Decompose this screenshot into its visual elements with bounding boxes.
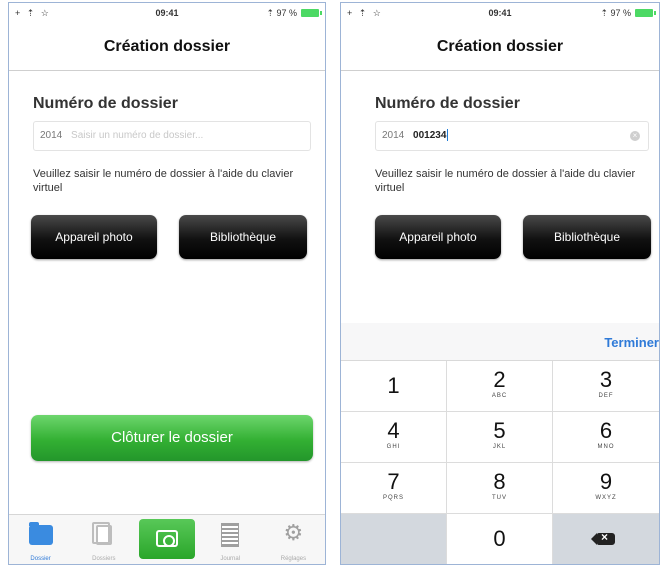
helper-text: Veuillez saisir le numéro de dossier à l…	[33, 168, 294, 194]
key-0[interactable]: 0	[447, 514, 553, 564]
key-digit: 3	[599, 367, 613, 392]
key-digit: 8	[493, 469, 506, 494]
folder-icon	[28, 522, 53, 545]
nav-bar: Création dossier	[341, 23, 659, 71]
library-button[interactable]: Bibliothèque	[523, 215, 651, 259]
key-5[interactable]: 5 JKL	[447, 412, 553, 463]
key-letters: ABC	[491, 393, 508, 399]
key-9[interactable]: 9 WXYZ	[553, 463, 659, 514]
key-digit: 6	[599, 418, 613, 443]
key-4[interactable]: 4 GHI	[341, 412, 447, 463]
numeric-keyboard: Terminer 1 2 ABC 3 DEF 4 GHI 5 JKL 6 MNO…	[341, 323, 659, 564]
key-7[interactable]: 7 PQRS	[341, 463, 447, 514]
camera-button[interactable]: Appareil photo	[375, 215, 501, 259]
key-2[interactable]: 2 ABC	[447, 361, 553, 412]
folder-number-input[interactable]: 2014 001234 ×	[375, 121, 649, 151]
tab-dossiers[interactable]: Dossiers	[72, 515, 135, 564]
backspace-icon	[591, 530, 615, 545]
section-title: Numéro de dossier	[375, 95, 520, 112]
battery-percent: ⇡ 97 %	[600, 8, 631, 18]
camera-tab-button[interactable]	[139, 519, 195, 559]
section-title: Numéro de dossier	[33, 95, 178, 112]
keypad: 1 2 ABC 3 DEF 4 GHI 5 JKL 6 MNO 7 PQRS 8…	[341, 361, 659, 564]
status-bar: + ⇡ ☆ 09:41 ⇡ 97 %	[341, 3, 659, 23]
close-folder-button[interactable]: Clôturer le dossier	[31, 415, 313, 461]
key-letters: JKL	[492, 444, 507, 450]
year-prefix: 2014	[382, 130, 405, 141]
text-caret	[447, 129, 449, 142]
key-delete[interactable]	[553, 514, 659, 564]
key-letters: PQRS	[382, 495, 404, 501]
input-placeholder: Saisir un numéro de dossier...	[71, 130, 204, 141]
tab-label: Dossiers	[92, 556, 116, 562]
key-8[interactable]: 8 TUV	[447, 463, 553, 514]
tab-settings[interactable]: ⚙ Réglages	[262, 515, 325, 564]
key-digit: 0	[493, 526, 506, 551]
key-letters: DEF	[598, 393, 614, 399]
key-digit: 4	[387, 418, 400, 443]
tab-bar: Dossier Dossiers Journal ⚙ Réglages	[9, 514, 325, 564]
tab-camera[interactable]	[135, 515, 198, 564]
done-button[interactable]: Terminer	[604, 335, 659, 350]
key-letters: GHI	[386, 444, 401, 450]
page-title: Création dossier	[103, 38, 231, 55]
input-value: 001234	[413, 130, 447, 141]
battery-icon	[301, 9, 322, 17]
clear-icon[interactable]: ×	[630, 131, 640, 141]
journal-icon	[221, 523, 240, 547]
key-letters: TUV	[492, 495, 507, 501]
key-letters: WXYZ	[595, 495, 617, 501]
tab-label: Dossier	[30, 556, 51, 562]
key-empty	[341, 514, 447, 564]
key-1[interactable]: 1	[341, 361, 447, 412]
key-digit: 7	[387, 469, 400, 494]
key-6[interactable]: 6 MNO	[553, 412, 659, 463]
screen-folder-creation: + ⇡ ☆ 09:41 ⇡ 97 % Création dossier Numé…	[8, 2, 326, 565]
tab-dossier[interactable]: Dossier	[9, 515, 72, 564]
key-letters: MNO	[597, 444, 615, 450]
tab-label: Réglages	[280, 556, 307, 562]
tab-label: Journal	[220, 556, 241, 562]
key-digit: 2	[493, 367, 506, 392]
key-digit: 9	[599, 469, 613, 494]
battery-percent: ⇡ 97 %	[266, 8, 297, 18]
status-bar: + ⇡ ☆ 09:41 ⇡ 97 %	[9, 3, 325, 23]
library-button[interactable]: Bibliothèque	[179, 215, 307, 259]
key-3[interactable]: 3 DEF	[553, 361, 659, 412]
helper-text: Veuillez saisir le numéro de dossier à l…	[375, 168, 636, 194]
battery-icon	[635, 9, 656, 17]
camera-button[interactable]: Appareil photo	[31, 215, 157, 259]
folder-number-input[interactable]: 2014 Saisir un numéro de dossier...	[33, 121, 311, 151]
tab-journal[interactable]: Journal	[199, 515, 262, 564]
key-digit: 5	[493, 418, 506, 443]
nav-bar: Création dossier	[9, 23, 325, 71]
year-prefix: 2014	[40, 130, 63, 141]
screen-folder-creation-keyboard: + ⇡ ☆ 09:41 ⇡ 97 % Création dossier Numé…	[340, 2, 660, 565]
keyboard-toolbar: Terminer	[341, 323, 659, 361]
key-digit: 1	[387, 373, 400, 398]
gear-icon: ⚙	[283, 520, 304, 545]
pages-icon	[91, 522, 112, 545]
camera-icon	[156, 530, 178, 547]
page-title: Création dossier	[436, 38, 564, 55]
